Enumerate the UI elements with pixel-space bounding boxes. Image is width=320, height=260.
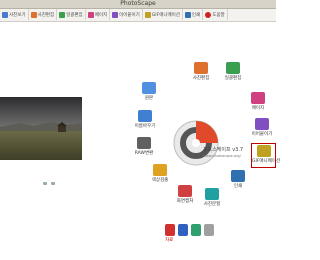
menu-page[interactable]: 페이지 — [246, 92, 270, 111]
page-icon — [87, 11, 94, 18]
app-name: 포토스케이프 v3.7 — [203, 147, 244, 153]
photo-edit-icon — [194, 62, 208, 74]
title-bar: PhotoScape — [0, 0, 276, 9]
viewer-icon — [2, 11, 8, 18]
menu-batch-edit[interactable]: 일괄편집 — [221, 62, 245, 81]
menu-print[interactable]: 인쇄 — [226, 170, 250, 189]
page-icon — [251, 92, 265, 104]
tab-gif[interactable]: GIF애니메이션 — [143, 9, 183, 20]
menu-photo-edit[interactable]: 사진편집 — [189, 62, 213, 81]
combine-icon — [255, 118, 269, 130]
tab-editor[interactable]: 사진편집 — [29, 9, 58, 20]
tab-combine[interactable]: 이어붙이기 — [110, 9, 143, 20]
batch-edit-icon — [226, 62, 240, 74]
previous-icon[interactable] — [43, 182, 47, 185]
tab-help[interactable]: 도움말 — [203, 9, 228, 20]
sample-photo[interactable] — [0, 97, 82, 160]
help-icon[interactable] — [165, 224, 175, 236]
next-icon[interactable] — [51, 182, 55, 185]
rename-icon — [138, 110, 152, 122]
raw-converter-icon — [137, 137, 151, 149]
bottom-label: 자료 — [165, 238, 174, 243]
app-url[interactable]: www.photoscape.org/ — [203, 154, 241, 158]
viewer-icon — [142, 82, 156, 94]
tab-print[interactable]: 인쇄 — [183, 9, 204, 20]
window-title: PhotoScape — [120, 0, 156, 7]
help-icon — [205, 11, 212, 18]
selection-highlight — [251, 143, 276, 168]
tab-bar: 사진보기 사진편집 일괄편집 페이지 이어붙이기 GIF애니메이션 인쇄 도움말 — [0, 9, 276, 22]
gif-icon — [144, 11, 151, 18]
tab-batch[interactable]: 일괄편집 — [57, 9, 86, 20]
combine-icon — [112, 11, 119, 18]
menu-viewer[interactable]: 원본 — [137, 82, 161, 101]
photoscape-logo — [171, 118, 221, 168]
print-icon — [231, 170, 245, 182]
splitter-icon — [205, 188, 219, 200]
batch-edit-icon — [59, 11, 66, 18]
menu-combine[interactable]: 이어붙이기 — [250, 118, 274, 137]
settings-icon[interactable] — [204, 224, 214, 236]
menu-color-picker[interactable]: 색상검출 — [148, 164, 172, 183]
slideshow-controls — [43, 182, 55, 185]
print-icon — [184, 11, 191, 18]
screen-capture-icon — [178, 185, 192, 197]
photo-edit-icon — [30, 11, 37, 18]
color-picker-icon — [153, 164, 167, 176]
menu-rename[interactable]: 이름바꾸기 — [133, 110, 157, 129]
menu-raw-converter[interactable]: RAW변환 — [132, 137, 156, 156]
tab-page[interactable]: 페이지 — [86, 9, 111, 20]
home-panel: 포토스케이프 v3.7 www.photoscape.org/ 사진편집 일괄편… — [0, 22, 280, 260]
bottom-toolbar — [165, 224, 214, 236]
menu-splitter[interactable]: 사진분할 — [200, 188, 224, 207]
paper-icon[interactable] — [191, 224, 201, 236]
menu-screen-capture[interactable]: 화면캡처 — [173, 185, 197, 204]
font-icon[interactable] — [178, 224, 188, 236]
tab-viewer[interactable]: 사진보기 — [0, 9, 29, 20]
